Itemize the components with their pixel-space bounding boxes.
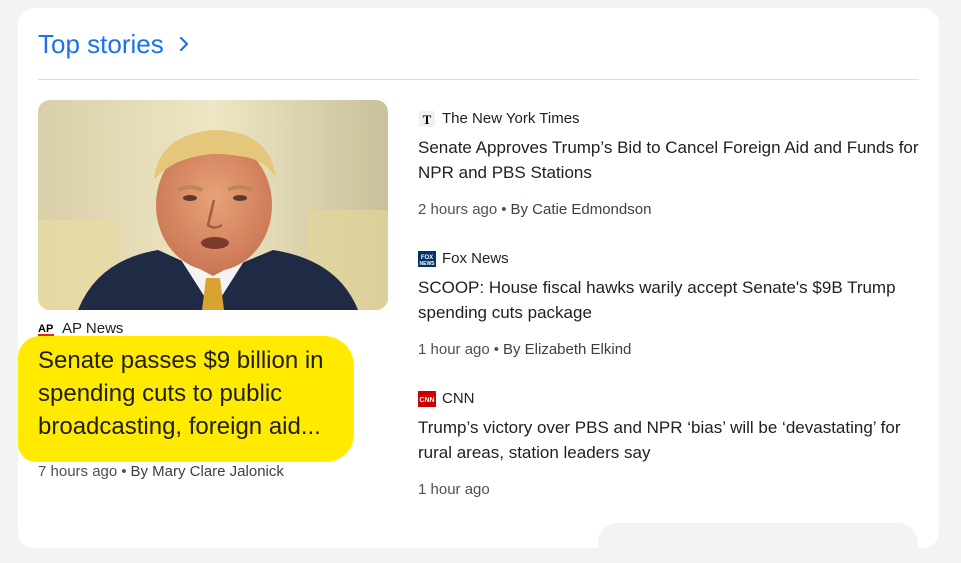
- featured-byline: By Mary Clare Jalonick: [130, 463, 284, 480]
- section-title: Top stories: [38, 28, 164, 59]
- story-1-byline: By Catie Edmondson: [510, 201, 652, 218]
- top-stories-header[interactable]: Top stories: [38, 24, 194, 64]
- featured-meta: 7 hours ago • By Mary Clare Jalonick: [38, 463, 284, 480]
- story-1-source-name: The New York Times: [442, 110, 580, 127]
- story-2-meta: 1 hour ago • By Elizabeth Elkind: [418, 341, 632, 358]
- story-1-source[interactable]: T The New York Times: [418, 110, 580, 127]
- svg-text:NEWS: NEWS: [420, 261, 436, 267]
- chevron-right-icon: [179, 36, 188, 52]
- featured-source[interactable]: AP AP News: [38, 320, 123, 337]
- story-2-time: 1 hour ago: [418, 341, 490, 358]
- story-3-title[interactable]: Trump’s victory over PBS and NPR ‘bias’ …: [418, 415, 928, 465]
- story-3-meta: 1 hour ago: [418, 481, 490, 498]
- story-2-source-name: Fox News: [442, 250, 509, 267]
- featured-story-title[interactable]: Senate passes $9 billion in spending cut…: [38, 344, 358, 443]
- story-2-byline: By Elizabeth Elkind: [503, 341, 632, 358]
- ap-logo-icon: AP: [38, 322, 56, 336]
- svg-text:CNN: CNN: [419, 397, 434, 404]
- story-1-title[interactable]: Senate Approves Trump’s Bid to Cancel Fo…: [418, 135, 928, 185]
- story-2-title[interactable]: SCOOP: House fiscal hawks warily accept …: [418, 275, 928, 325]
- svg-text:T: T: [423, 112, 432, 127]
- featured-story-image[interactable]: [38, 100, 388, 310]
- header-divider: [38, 79, 919, 80]
- story-3-source[interactable]: CNN CNN: [418, 390, 475, 407]
- story-3-source-name: CNN: [442, 390, 475, 407]
- story-1-time: 2 hours ago: [418, 201, 498, 218]
- nyt-logo-icon: T: [418, 110, 436, 127]
- ap-logo-text: AP: [38, 323, 53, 335]
- story-1-meta: 2 hours ago • By Catie Edmondson: [418, 201, 652, 218]
- story-2-source[interactable]: FOX NEWS Fox News: [418, 250, 509, 267]
- more-news-button[interactable]: [598, 523, 918, 563]
- cnn-logo-icon: CNN: [418, 390, 436, 407]
- story-3-time: 1 hour ago: [418, 481, 490, 498]
- featured-time: 7 hours ago: [38, 463, 118, 480]
- fox-news-logo-icon: FOX NEWS: [418, 250, 436, 267]
- featured-source-name: AP News: [62, 320, 124, 337]
